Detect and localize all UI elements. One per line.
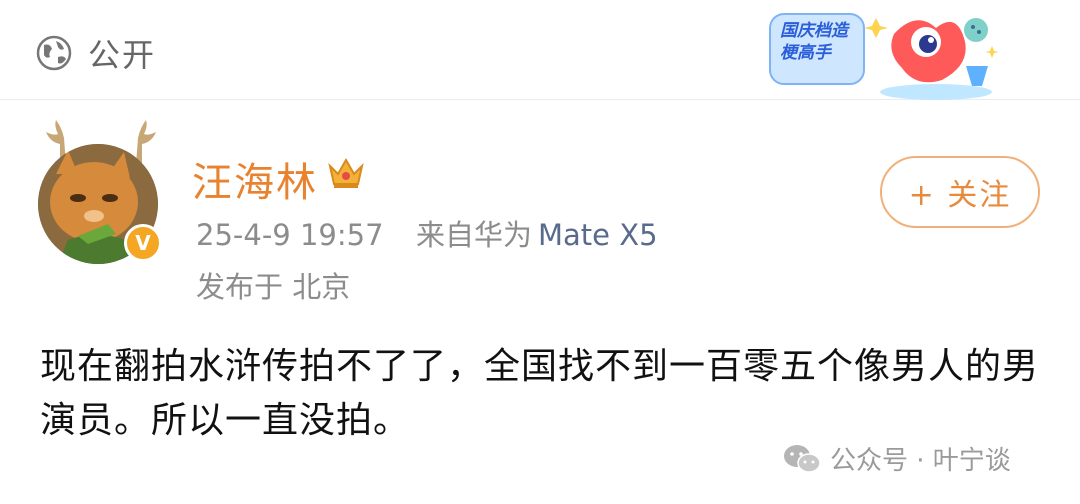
watermark: 公众号 · 叶宁谈 [782, 440, 1011, 477]
watermark-text: 公众号 · 叶宁谈 [830, 446, 1011, 476]
visibility-indicator[interactable]: 公开 [36, 30, 156, 76]
post-device[interactable]: Mate X5 [538, 218, 658, 252]
post-meta: 25-4-9 19:57 来自华为 Mate X5 [196, 212, 658, 254]
post-location: 发布于 北京 [196, 270, 351, 304]
follow-button[interactable]: + 关注 [880, 156, 1040, 228]
visibility-label: 公开 [88, 36, 157, 74]
post-timestamp: 25-4-9 19:57 [196, 218, 384, 252]
top-bar: 公开 国庆档造梗高手 [0, 0, 1080, 100]
post-source: 来自华为 [415, 218, 532, 252]
sticker-text: 国庆档造梗高手 [780, 21, 848, 63]
verified-badge: V [124, 224, 162, 262]
post-body: 现在翻拍水浒传拍不了了，全国找不到一百零五个像男人的男演员。所以一直没拍。 [40, 346, 1040, 441]
holiday-sticker: 国庆档造梗高手 [766, 6, 1002, 100]
avatar[interactable]: V [38, 120, 164, 270]
username[interactable]: 汪海林 [192, 150, 318, 208]
globe-icon [36, 35, 72, 71]
wechat-icon [784, 444, 821, 473]
crown-icon [328, 157, 364, 188]
